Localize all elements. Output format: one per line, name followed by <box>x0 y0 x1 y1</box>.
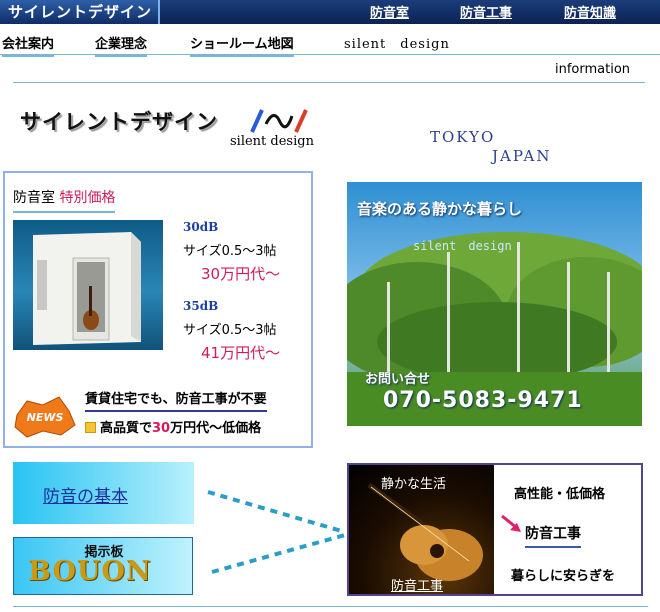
page: サイレントデザイン 防音室 防音工事 防音知識 会社案内 企業理念 ショールーム… <box>0 0 660 612</box>
divider <box>13 82 645 83</box>
guitar-work-caption[interactable]: 防音工事 <box>391 575 443 594</box>
construction-link[interactable]: 防音工事 <box>525 523 581 548</box>
quiet-life-caption: 静かな生活 <box>381 477 447 492</box>
spec-db-35: 35dB <box>183 299 219 313</box>
logo-mark-icon <box>250 109 308 133</box>
banner-contact-label: お問い合せ <box>365 372 431 387</box>
spec-size-35: サイズ0.5～3帖 <box>183 323 277 338</box>
spec-price-30: 30万円代～ <box>201 265 281 283</box>
soundproof-basics-label: 防音の基本 <box>43 487 128 507</box>
nav-soundproof-knowledge[interactable]: 防音知識 <box>564 2 616 21</box>
renting-notice: 賃貸住宅でも、防音工事が不要 <box>85 388 267 412</box>
nature-banner[interactable]: 音楽のある静かな暮らし silent design お問い合せ 070-5083… <box>347 182 642 426</box>
news-burst-icon: NEWS <box>14 396 76 438</box>
slogan-text: 暮らしに安らぎを <box>511 569 616 584</box>
promo-title-highlight: 特別価格 <box>59 190 116 206</box>
information-link[interactable]: information <box>555 62 630 77</box>
logo-title: サイレントデザイン <box>20 110 218 134</box>
connector-lines <box>207 490 346 574</box>
promo-title-text: 防音室 <box>13 190 55 206</box>
banner-phone[interactable]: 070-5083-9471 <box>383 388 583 413</box>
nav-soundproof-construction[interactable]: 防音工事 <box>460 2 512 21</box>
logo-subtitle: silent design <box>230 134 314 149</box>
subnav-silent-design[interactable]: silent design <box>344 33 450 55</box>
quality-number: 30 <box>152 421 171 436</box>
bulletin-board-button[interactable]: 掲示板 BOUON <box>13 537 193 595</box>
spec-price-35: 41万円代～ <box>201 344 281 362</box>
guitar-panel[interactable]: 静かな生活 防音工事 高性能・低価格 防音工事 暮らしに安らぎを <box>347 463 643 596</box>
location-city: TOKYO <box>430 128 496 146</box>
nav-soundproof-room[interactable]: 防音室 <box>370 2 409 21</box>
location-country: JAPAN <box>492 147 552 165</box>
feature-text: 高性能・低価格 <box>514 487 606 502</box>
arrow-icon <box>501 514 521 532</box>
booth-illustration <box>33 232 141 345</box>
promo-box: 防音室 特別価格 30dB サイズ0.5～3帖 30万円代～ 35dB サイズ0… <box>3 171 313 448</box>
spec-size-30: サイズ0.5～3帖 <box>183 244 277 259</box>
top-nav-bar: サイレントデザイン 防音室 防音工事 防音知識 <box>0 0 660 24</box>
soundproof-basics-button[interactable]: 防音の基本 <box>13 462 194 524</box>
quality-notice: 高品質で30万円代～低価格 <box>85 417 261 436</box>
news-badge-text: NEWS <box>27 411 64 424</box>
divider <box>0 54 660 55</box>
banner-watermark: silent design <box>413 239 512 253</box>
banner-tagline: 音楽のある静かな暮らし <box>357 200 523 218</box>
bouon-logo: BOUON <box>28 556 152 587</box>
promo-title: 防音室 特別価格 <box>13 187 116 213</box>
brand-tab[interactable]: サイレントデザイン <box>0 0 160 24</box>
guitar-photo: 静かな生活 防音工事 <box>349 465 494 594</box>
spec-db-30: 30dB <box>183 220 219 234</box>
bullet-icon <box>85 422 96 433</box>
quality-post: 万円代～低価格 <box>170 421 262 436</box>
news-badge: NEWS <box>13 395 77 439</box>
divider <box>13 606 648 607</box>
soundproof-booth-image[interactable] <box>13 220 163 350</box>
quality-pre: 高品質で <box>100 421 153 436</box>
